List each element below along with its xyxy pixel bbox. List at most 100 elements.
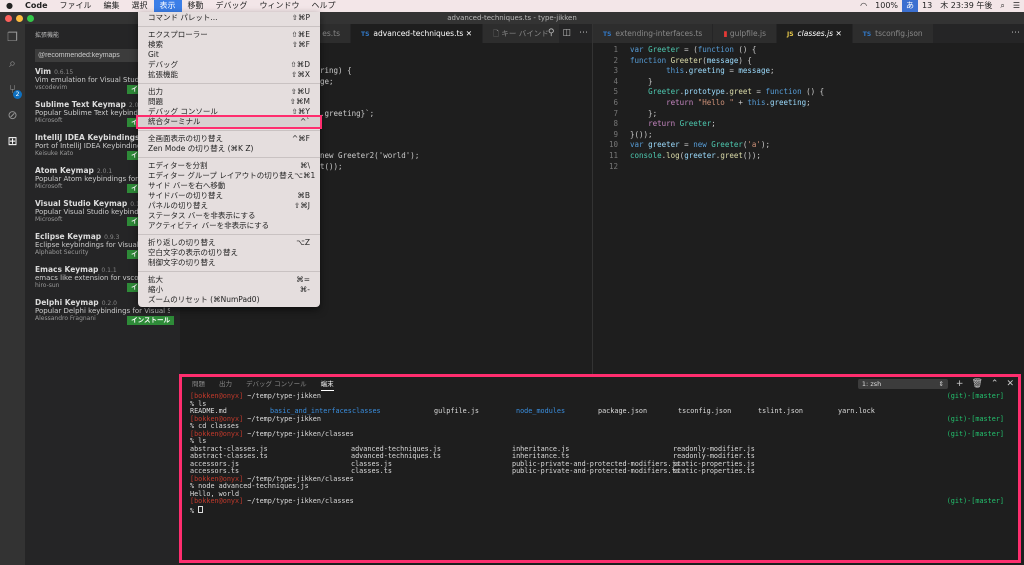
menu-item-shortcut: ^⌘F — [291, 134, 310, 143]
close-icon[interactable]: ✕ — [835, 29, 841, 38]
menu-item[interactable]: 統合ターミナル ^` — [136, 115, 322, 129]
menu-item-shortcut: ⇧⌘J — [294, 201, 310, 210]
scm-badge: 2 — [13, 90, 22, 99]
menu-view[interactable]: 表示 — [153, 0, 182, 12]
prompt-path: ~/temp/type-jikken — [243, 392, 321, 400]
menu-edit[interactable]: 編集 — [98, 0, 126, 12]
input-method[interactable]: あ — [902, 0, 919, 12]
menu-separator — [138, 271, 320, 272]
menu-item[interactable]: 折り返しの切り替え ⌥Z — [138, 238, 320, 248]
menu-item[interactable]: 拡張機能 ⇧⌘X — [138, 70, 320, 80]
menu-go[interactable]: 移動 — [182, 0, 210, 12]
menu-item[interactable]: エディター グループ レイアウトの切り替え ⌥⌘1 — [138, 171, 320, 181]
extension-version: 0.2.0 — [101, 300, 117, 307]
git-branch: (git)-[master] — [946, 414, 1004, 423]
menu-item[interactable]: アクティビティ バーを非表示にする — [138, 221, 320, 231]
notification-icon[interactable]: ☰ — [1009, 0, 1024, 12]
tab-terminal[interactable]: 端末 — [320, 377, 334, 391]
menu-item[interactable]: 空白文字の表示の切り替え — [138, 248, 320, 258]
menu-item-label: パネルの切り替え — [148, 201, 208, 210]
menu-item[interactable]: サイドバーの切り替え ⌘B — [138, 191, 320, 201]
menu-item[interactable]: デバッグ コンソール ⇧⌘Y — [138, 107, 320, 117]
spotlight-icon[interactable]: ⌕ — [996, 0, 1008, 12]
debug-icon[interactable]: ⊘ — [0, 102, 25, 128]
tab-output[interactable]: 出力 — [219, 377, 232, 391]
menu-item[interactable]: 出力 ⇧⌘U — [138, 87, 320, 97]
menu-item[interactable]: 拡大 ⌘= — [138, 275, 320, 285]
clock[interactable]: 木 23:39 午後 — [936, 0, 996, 12]
file-entry: classes.ts — [351, 467, 392, 475]
menu-item[interactable]: エディターを分割 ⌘\ — [138, 161, 320, 171]
chevron-updown-icon: ⇕ — [938, 380, 944, 388]
trash-icon[interactable]: 🗑 — [971, 379, 982, 389]
close-icon[interactable]: ✕ — [466, 29, 472, 38]
menu-item[interactable]: 問題 ⇧⌘M — [138, 97, 320, 107]
tab-extending-interfaces[interactable]: TS extending-interfaces.ts — [593, 24, 714, 43]
menu-item[interactable]: 検索 ⇧⌘F — [138, 40, 320, 50]
extension-description: Popular Delphi keybindings for Visual St… — [35, 307, 170, 315]
tab-label: extending-interfaces.ts — [615, 29, 703, 38]
file-entry: package.json — [598, 407, 648, 415]
battery-status[interactable]: 100% — [871, 0, 902, 12]
menu-code[interactable]: Code — [19, 0, 54, 12]
extensions-icon[interactable]: ⊞ — [0, 128, 25, 154]
minimize-window-button[interactable] — [16, 15, 23, 22]
calendar-day[interactable]: 13 — [918, 0, 936, 12]
terminal-select[interactable]: 1: zsh ⇕ — [857, 379, 948, 389]
apple-icon[interactable]: ● — [0, 0, 19, 12]
menu-item-shortcut: ^` — [299, 117, 310, 126]
menu-debug[interactable]: デバッグ — [210, 0, 254, 12]
menu-item[interactable]: コマンド パレット... ⇧⌘P — [138, 13, 320, 23]
zoom-window-button[interactable] — [27, 15, 34, 22]
menu-help[interactable]: ヘルプ — [306, 0, 342, 12]
cursor — [198, 505, 204, 513]
menu-item-label: エクスプローラー — [148, 30, 208, 39]
maximize-panel-icon[interactable]: ⌃ — [991, 379, 999, 389]
menu-item[interactable]: Git — [138, 50, 320, 60]
tab-classes-js[interactable]: JS classes.js ✕ — [776, 24, 853, 43]
tab-gulpfile[interactable]: ▮ gulpfile.js — [713, 24, 777, 43]
tab-problems[interactable]: 問題 — [192, 377, 205, 391]
tab-debug-console[interactable]: デバッグ コンソール — [246, 377, 307, 391]
search-icon[interactable]: ⌕ — [0, 50, 25, 76]
open-changes-icon[interactable]: ⚲ — [548, 24, 555, 43]
menu-item-shortcut: ⌘- — [299, 285, 310, 294]
menu-item[interactable]: デバッグ ⇧⌘D — [138, 60, 320, 70]
menu-item[interactable]: Zen Mode の切り替え (⌘K Z) — [138, 144, 320, 154]
terminal-output[interactable]: [bokken@onyx] ~/temp/type-jikken (git)-[m… — [182, 391, 1018, 515]
menu-item[interactable]: サイド バーを右へ移動 — [138, 181, 320, 191]
more-actions-icon[interactable]: ⋯ — [1011, 24, 1020, 43]
close-window-button[interactable] — [5, 15, 12, 22]
more-actions-icon[interactable]: ⋯ — [579, 24, 588, 43]
menu-item-shortcut: ⌥Z — [296, 238, 310, 247]
menu-window[interactable]: ウィンドウ — [254, 0, 306, 12]
close-panel-icon[interactable]: ✕ — [1006, 379, 1014, 389]
install-button[interactable]: インストール — [127, 316, 174, 325]
explorer-icon[interactable]: ❐ — [0, 24, 25, 50]
menu-item-label: デバッグ — [148, 60, 178, 69]
source-control-icon[interactable]: ⑂ 2 — [0, 76, 25, 102]
tab-advanced-techniques[interactable]: TS advanced-techniques.ts ✕ — [351, 24, 483, 43]
split-editor-icon[interactable]: ◫ — [562, 24, 571, 43]
menu-selection[interactable]: 選択 — [126, 0, 154, 12]
tab-tsconfig[interactable]: TS tsconfig.json — [852, 24, 934, 43]
wifi-icon[interactable]: ◠ — [856, 0, 871, 12]
new-terminal-icon[interactable]: + — [956, 379, 964, 389]
extension-title: Atom Keymap — [35, 166, 94, 175]
menu-item-label: エディター グループ レイアウトの切り替え — [148, 171, 295, 180]
tab-label: es.ts — [322, 29, 340, 38]
menu-item[interactable]: 縮小 ⌘- — [138, 285, 320, 295]
typescript-icon: TS — [361, 31, 370, 38]
menu-item[interactable]: エクスプローラー ⇧⌘E — [138, 30, 320, 40]
menu-item[interactable]: 制御文字の切り替え — [138, 258, 320, 268]
menu-item-label: 拡大 — [148, 275, 163, 284]
menu-file[interactable]: ファイル — [54, 0, 98, 12]
menu-item[interactable]: ズームのリセット (⌘NumPad0) — [138, 295, 320, 305]
menu-item[interactable]: 全画面表示の切り替え ^⌘F — [138, 134, 320, 144]
command: % — [190, 506, 199, 515]
git-branch: (git)-[master] — [946, 392, 1004, 400]
menu-item[interactable]: ステータス バーを非表示にする — [138, 211, 320, 221]
code-editor-right[interactable]: 1 var Greeter = (function () { 2 function… — [593, 43, 1024, 172]
menu-item[interactable]: パネルの切り替え ⇧⌘J — [138, 201, 320, 211]
